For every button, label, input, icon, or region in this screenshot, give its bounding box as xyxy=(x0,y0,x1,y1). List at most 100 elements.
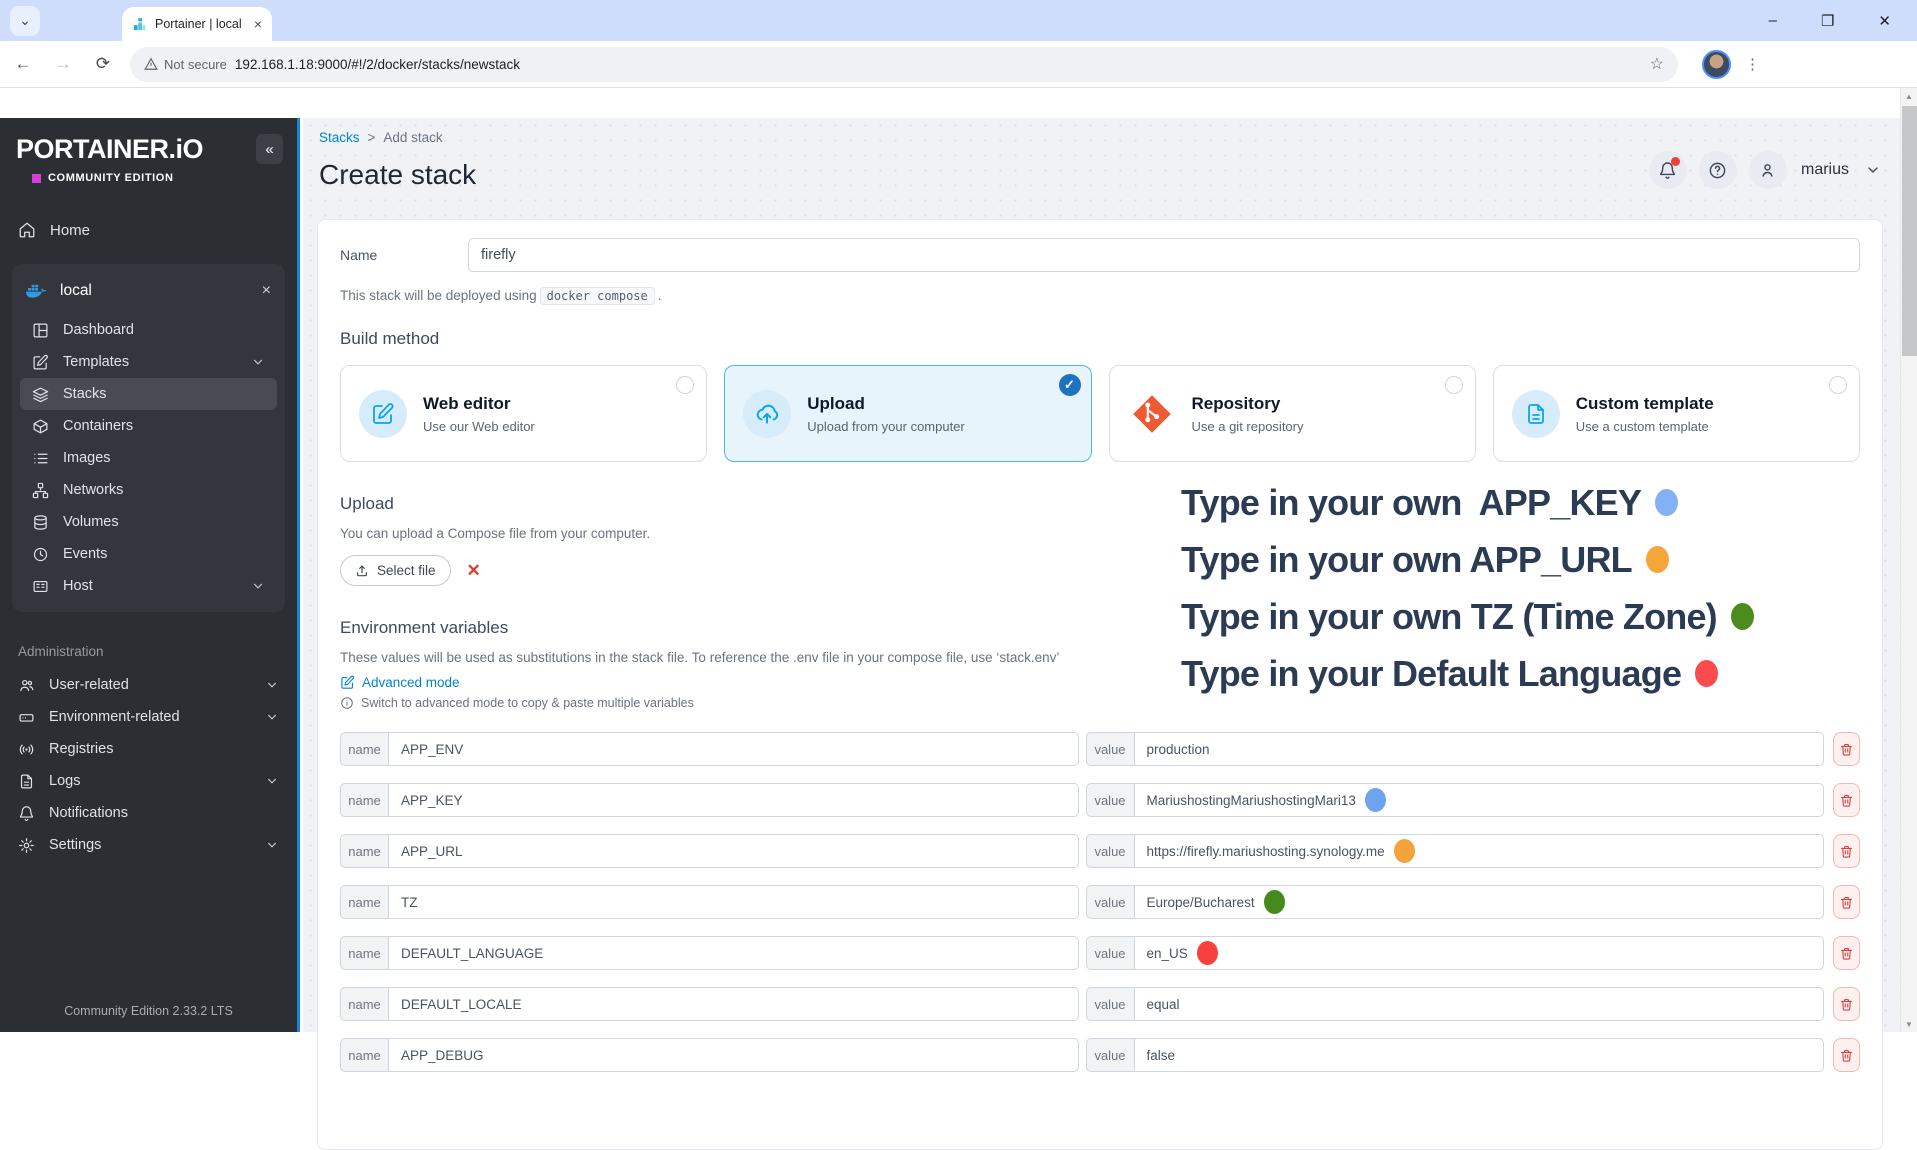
sidebar-item-host[interactable]: Host xyxy=(20,570,277,602)
users-icon xyxy=(18,677,35,694)
sidebar-item-label: Templates xyxy=(63,354,129,370)
radio-icon[interactable] xyxy=(1829,376,1847,394)
trash-icon xyxy=(1839,946,1854,961)
method-subtitle: Upload from your computer xyxy=(807,419,965,434)
browser-tab[interactable]: Portainer | local × xyxy=(122,7,272,41)
sidebar-item-notifications[interactable]: Notifications xyxy=(6,797,291,829)
notifications-button[interactable] xyxy=(1649,151,1687,189)
sidebar-item-containers[interactable]: Containers xyxy=(20,410,277,442)
sidebar-item-label: Host xyxy=(63,578,93,594)
sidebar-item-label: Networks xyxy=(63,482,123,498)
sidebar-item-registries[interactable]: Registries xyxy=(6,733,291,765)
method-title: Repository xyxy=(1192,394,1304,414)
annotation-dot xyxy=(1731,603,1754,630)
delete-variable-button[interactable] xyxy=(1833,834,1860,868)
method-custom-template[interactable]: Custom templateUse a custom template ✓ xyxy=(1493,365,1860,462)
annotation-dot xyxy=(1646,546,1669,573)
scroll-up-arrow[interactable]: ▲ xyxy=(1901,88,1917,104)
sidebar-item-events[interactable]: Events xyxy=(20,538,277,570)
chevron-down-icon xyxy=(251,579,265,593)
tab-close-icon[interactable]: × xyxy=(254,16,262,32)
env-value-input[interactable]: MariushostingMariushostingMari13 xyxy=(1134,783,1825,817)
sidebar-item-stacks[interactable]: Stacks xyxy=(20,378,277,410)
environment-close-icon[interactable]: × xyxy=(262,282,271,300)
env-name-input[interactable]: APP_KEY xyxy=(388,783,1079,817)
select-file-button[interactable]: Select file xyxy=(340,555,451,586)
annotation-line: Type in your own APP_URL xyxy=(1181,531,1754,588)
env-name-input[interactable]: APP_ENV xyxy=(388,732,1079,766)
reload-button[interactable]: ⟳ xyxy=(86,47,120,81)
value-dot xyxy=(1365,788,1386,812)
browser-profile-avatar[interactable] xyxy=(1702,50,1731,79)
env-name-input[interactable]: APP_URL xyxy=(388,834,1079,868)
sidebar-item-logs[interactable]: Logs xyxy=(6,765,291,797)
stack-name-input[interactable]: firefly xyxy=(468,238,1860,272)
env-value-input[interactable]: false xyxy=(1134,1038,1825,1072)
sidebar-item-templates[interactable]: Templates xyxy=(20,346,277,378)
env-name-input[interactable]: TZ xyxy=(388,885,1079,919)
env-value-input[interactable]: en_US xyxy=(1134,936,1825,970)
edition-square-icon xyxy=(32,174,41,183)
radio-icon[interactable] xyxy=(1445,376,1463,394)
help-button[interactable] xyxy=(1699,151,1737,189)
browser-menu-icon[interactable]: ⋮ xyxy=(1745,55,1760,73)
delete-variable-button[interactable] xyxy=(1833,885,1860,919)
page-scrollbar[interactable]: ▲ ▼ xyxy=(1900,88,1917,1032)
delete-variable-button[interactable] xyxy=(1833,987,1860,1021)
env-name-input[interactable]: APP_DEBUG xyxy=(388,1038,1079,1072)
window-close-button[interactable]: ✕ xyxy=(1878,12,1891,30)
breadcrumb-stacks-link[interactable]: Stacks xyxy=(319,130,360,145)
env-name-input[interactable]: DEFAULT_LANGUAGE xyxy=(388,936,1079,970)
tab-search-button[interactable]: ⌄ xyxy=(10,6,40,36)
sidebar-item-dashboard[interactable]: Dashboard xyxy=(20,314,277,346)
env-value-input[interactable]: equal xyxy=(1134,987,1825,1021)
name-chip: name xyxy=(340,732,389,766)
home-icon xyxy=(18,221,36,239)
sidebar-item-environment-related[interactable]: Environment-related xyxy=(6,701,291,733)
sidebar-item-volumes[interactable]: Volumes xyxy=(20,506,277,538)
delete-variable-button[interactable] xyxy=(1833,783,1860,817)
radio-icon[interactable] xyxy=(676,376,694,394)
name-chip: name xyxy=(340,1038,389,1072)
name-chip: name xyxy=(340,936,389,970)
git-icon xyxy=(1129,391,1175,437)
sidebar-item-user-related[interactable]: User-related xyxy=(6,669,291,701)
value-chip: value xyxy=(1086,783,1135,817)
file-invalid-icon: ✕ xyxy=(467,561,481,581)
bookmark-star-icon[interactable]: ☆ xyxy=(1650,54,1664,74)
env-name-input[interactable]: DEFAULT_LOCALE xyxy=(388,987,1079,1021)
delete-variable-button[interactable] xyxy=(1833,732,1860,766)
environment-header[interactable]: local × xyxy=(12,268,285,314)
sidebar-collapse-button[interactable]: « xyxy=(256,134,283,164)
window-restore-button[interactable]: ❐ xyxy=(1821,12,1834,30)
method-subtitle: Use a git repository xyxy=(1192,419,1304,434)
chevron-down-icon[interactable] xyxy=(1865,162,1881,178)
method-upload[interactable]: UploadUpload from your computer ✓ xyxy=(724,365,1091,462)
method-web-editor[interactable]: Web editorUse our Web editor ✓ xyxy=(340,365,707,462)
sidebar-item-images[interactable]: Images xyxy=(20,442,277,474)
env-value-input[interactable]: Europe/Bucharest xyxy=(1134,885,1825,919)
gear-icon xyxy=(18,837,35,854)
address-bar[interactable]: Not secure 192.168.1.18:9000/#!/2/docker… xyxy=(130,47,1678,82)
not-secure-badge[interactable]: Not secure xyxy=(144,57,227,72)
forward-button[interactable]: → xyxy=(46,47,80,81)
env-value-input[interactable]: https://firefly.mariushosting.synology.m… xyxy=(1134,834,1825,868)
window-minimize-button[interactable]: – xyxy=(1769,12,1777,30)
trash-icon xyxy=(1839,844,1854,859)
sidebar-item-networks[interactable]: Networks xyxy=(20,474,277,506)
method-title: Web editor xyxy=(423,394,535,414)
delete-variable-button[interactable] xyxy=(1833,1038,1860,1072)
help-icon xyxy=(1708,161,1727,180)
scrollbar-thumb[interactable] xyxy=(1902,106,1917,356)
sidebar-item-settings[interactable]: Settings xyxy=(6,829,291,861)
value-chip: value xyxy=(1086,936,1135,970)
user-menu-button[interactable] xyxy=(1749,151,1787,189)
back-button[interactable]: ← xyxy=(6,47,40,81)
breadcrumb-separator: > xyxy=(368,130,376,145)
method-repository[interactable]: RepositoryUse a git repository ✓ xyxy=(1109,365,1476,462)
env-value-input[interactable]: production xyxy=(1134,732,1825,766)
url-text[interactable]: 192.168.1.18:9000/#!/2/docker/stacks/new… xyxy=(235,57,1642,72)
sidebar-item-home[interactable]: Home xyxy=(6,212,291,248)
delete-variable-button[interactable] xyxy=(1833,936,1860,970)
scroll-down-arrow[interactable]: ▼ xyxy=(1901,1016,1917,1032)
